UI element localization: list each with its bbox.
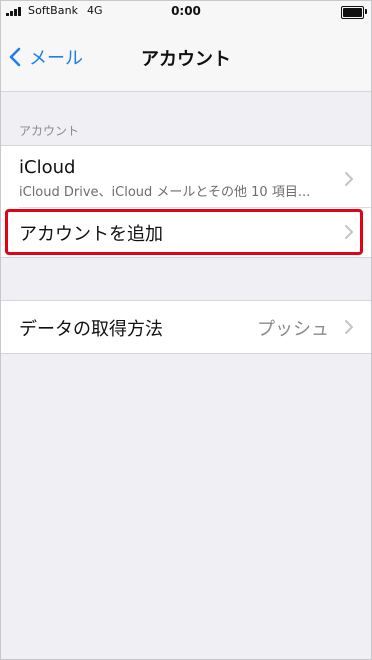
accounts-group: iCloud iCloud Drive、iCloud メールとその他 10 項目… [1, 145, 371, 258]
account-row-title: iCloud [19, 157, 76, 178]
account-row-subtitle: iCloud Drive、iCloud メールとその他 10 項目... [19, 185, 311, 200]
navigation-bar: メール アカウント [1, 23, 371, 92]
add-account-row[interactable]: アカウントを追加 [1, 207, 371, 257]
phone-screen: SoftBank 4G 0:00 メール アカウント アカウント iCloud … [0, 0, 372, 660]
page-title: アカウント [141, 49, 231, 70]
battery-icon [341, 6, 367, 19]
fetch-settings-group: データの取得方法 プッシュ [1, 300, 371, 354]
fetch-method-row[interactable]: データの取得方法 プッシュ [1, 301, 371, 353]
chevron-right-icon [345, 172, 353, 186]
chevron-right-icon [345, 225, 353, 239]
fetch-method-value: プッシュ [257, 319, 329, 340]
chevron-right-icon [345, 320, 353, 334]
status-bar: SoftBank 4G 0:00 [1, 1, 371, 23]
accounts-section-header: アカウント [19, 124, 80, 138]
fetch-method-label: データの取得方法 [19, 319, 163, 340]
add-account-label: アカウントを追加 [19, 224, 163, 245]
account-row-icloud[interactable]: iCloud iCloud Drive、iCloud メールとその他 10 項目… [1, 146, 371, 207]
status-time: 0:00 [171, 4, 201, 18]
